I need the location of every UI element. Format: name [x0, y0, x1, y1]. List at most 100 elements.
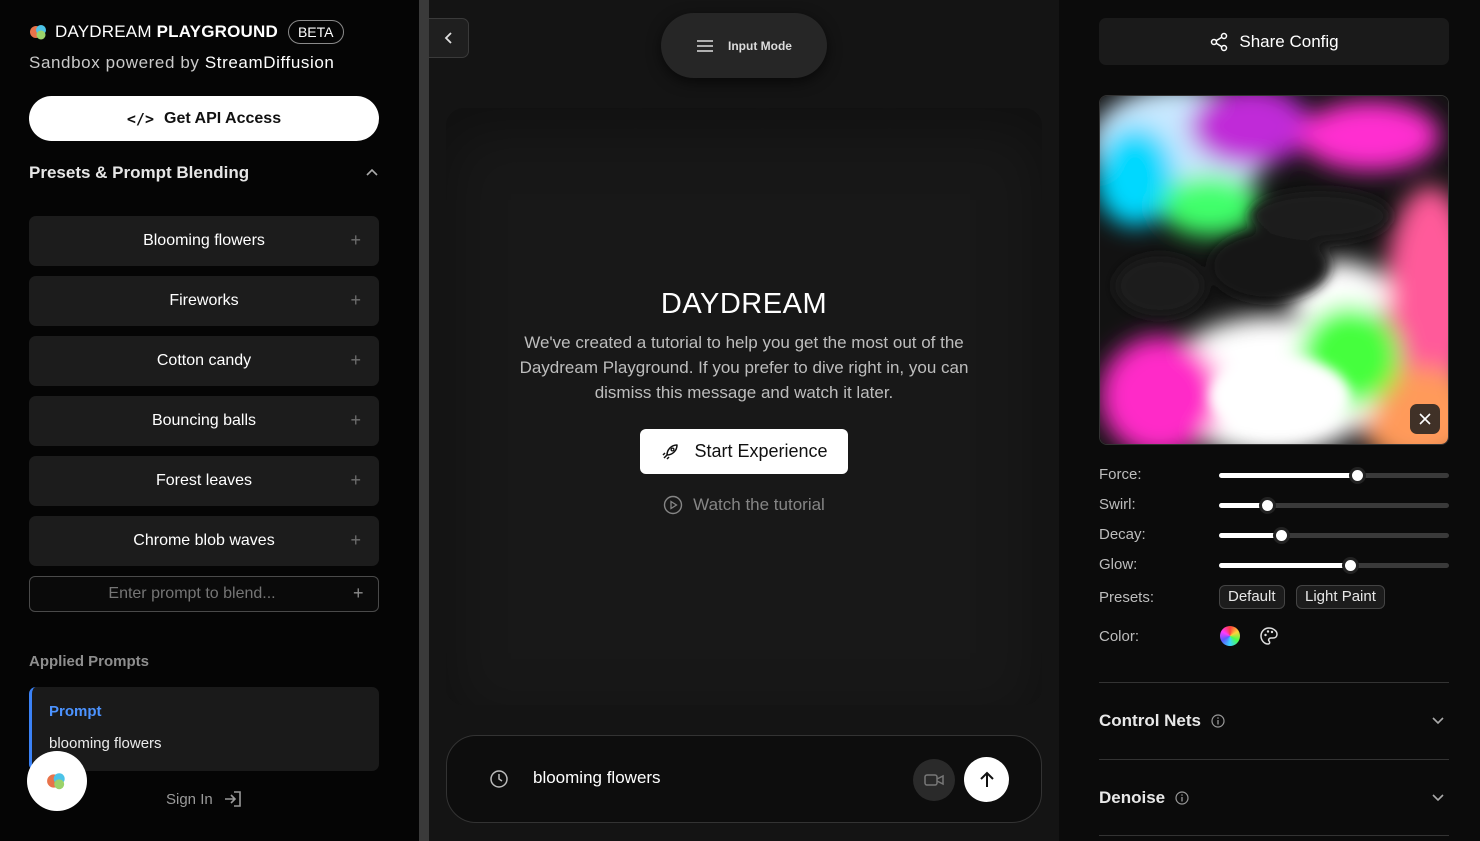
- preset-label: Cotton candy: [156, 352, 252, 369]
- tutorial-body: We've created a tutorial to help you get…: [519, 333, 969, 402]
- preset-forest-leaves[interactable]: Forest leaves +: [29, 456, 379, 506]
- send-prompt-button[interactable]: [964, 757, 1009, 802]
- logo-icon: [47, 773, 65, 790]
- fluid-canvas-art: [1100, 96, 1448, 444]
- sign-in-link[interactable]: Sign In: [166, 790, 243, 808]
- watch-tutorial-link[interactable]: Watch the tutorial: [446, 495, 1042, 515]
- start-experience-button[interactable]: Start Experience: [640, 429, 848, 474]
- prompt-bar: blooming flowers: [446, 735, 1042, 823]
- center-panel: Input Mode DAYDREAM We've created a tuto…: [429, 0, 1059, 841]
- menu-icon: [697, 39, 713, 52]
- subtitle: Sandbox powered by StreamDiffusion: [29, 53, 335, 72]
- preset-chrome-blob-waves[interactable]: Chrome blob waves +: [29, 516, 379, 566]
- plus-icon[interactable]: +: [350, 290, 361, 311]
- plus-icon[interactable]: +: [350, 410, 361, 431]
- logo-icon: [30, 25, 46, 40]
- slider-fill: [1219, 473, 1357, 478]
- accordion-title: Control Nets: [1099, 711, 1225, 731]
- chevron-left-icon: [444, 32, 452, 44]
- floating-logo-button[interactable]: [27, 751, 87, 811]
- force-slider[interactable]: Force:: [1099, 465, 1449, 485]
- preset-label: Bouncing balls: [151, 412, 257, 429]
- input-mode-label: Input Mode: [728, 38, 792, 53]
- slider-track[interactable]: [1219, 557, 1449, 574]
- slider-handle[interactable]: [1342, 557, 1360, 574]
- share-config-label: Share Config: [1239, 31, 1339, 51]
- camera-button[interactable]: [913, 759, 955, 801]
- right-panel: Share Config Force: Swirl: Decay: Glow: …: [1059, 0, 1480, 841]
- prompt-input[interactable]: blooming flowers: [533, 768, 661, 788]
- applied-prompt-card: Prompt blooming flowers: [29, 687, 379, 771]
- glow-slider[interactable]: Glow:: [1099, 555, 1449, 575]
- presets-section-header[interactable]: Presets & Prompt Blending: [29, 161, 379, 185]
- preset-chip-default[interactable]: Default: [1219, 585, 1285, 609]
- arrow-up-icon: [979, 771, 994, 787]
- slider-handle[interactable]: [1273, 527, 1291, 544]
- slider-handle[interactable]: [1349, 467, 1366, 484]
- slider-track[interactable]: [1219, 527, 1449, 544]
- play-circle-icon: [663, 495, 683, 515]
- applied-prompts-title: Applied Prompts: [29, 653, 150, 670]
- plus-icon[interactable]: +: [350, 470, 361, 491]
- beta-badge: BETA: [287, 20, 344, 44]
- applied-prompt-value: blooming flowers: [49, 735, 162, 752]
- close-icon: [1419, 413, 1431, 425]
- sign-in-icon: [224, 791, 241, 807]
- sign-in-label: Sign In: [166, 790, 213, 808]
- left-sidebar: DAYDREAM PLAYGROUND BETA Sandbox powered…: [0, 0, 419, 841]
- preset-chip-light-paint[interactable]: Light Paint: [1296, 585, 1385, 609]
- fluid-canvas[interactable]: [1099, 95, 1449, 445]
- collapse-sidebar-button[interactable]: [429, 18, 469, 58]
- color-swatch[interactable]: [1220, 626, 1240, 646]
- slider-fill: [1219, 533, 1282, 538]
- tutorial-title: DAYDREAM: [660, 288, 828, 320]
- slider-handle[interactable]: [1259, 497, 1277, 514]
- denoise-accordion[interactable]: Denoise: [1099, 759, 1449, 835]
- decay-slider[interactable]: Decay:: [1099, 525, 1449, 545]
- code-icon: </>: [126, 109, 154, 128]
- slider-label: Glow:: [1099, 556, 1138, 573]
- slider-fill: [1219, 563, 1351, 568]
- share-config-button[interactable]: Share Config: [1099, 18, 1449, 65]
- watch-tutorial-label: Watch the tutorial: [693, 495, 825, 514]
- slider-track[interactable]: [1219, 467, 1449, 484]
- plus-icon[interactable]: +: [350, 350, 361, 371]
- preset-blooming-flowers[interactable]: Blooming flowers +: [29, 216, 379, 266]
- preset-label: Fireworks: [169, 292, 239, 309]
- panel-resize-divider[interactable]: [419, 0, 429, 841]
- clock-icon[interactable]: [489, 769, 509, 789]
- plus-icon[interactable]: +: [350, 230, 361, 251]
- presets-section-title: Presets & Prompt Blending: [29, 163, 250, 182]
- add-blend-plus-icon[interactable]: +: [353, 583, 364, 604]
- preset-fireworks[interactable]: Fireworks +: [29, 276, 379, 326]
- preset-bouncing-balls[interactable]: Bouncing balls +: [29, 396, 379, 446]
- chevron-up-icon: [366, 168, 378, 176]
- accordion-title: Denoise: [1099, 788, 1189, 808]
- preset-cotton-candy[interactable]: Cotton candy +: [29, 336, 379, 386]
- rocket-icon: [662, 443, 679, 460]
- preset-label: Chrome blob waves: [133, 532, 275, 549]
- accordion-divider: [1099, 835, 1449, 836]
- api-button-label: Get API Access: [164, 109, 282, 127]
- get-api-access-button[interactable]: </> Get API Access: [29, 96, 379, 141]
- close-canvas-button[interactable]: [1410, 404, 1440, 434]
- brand-name: DAYDREAM PLAYGROUND: [55, 22, 278, 41]
- info-icon[interactable]: [1175, 791, 1189, 805]
- info-icon[interactable]: [1211, 714, 1225, 728]
- color-label: Color:: [1099, 628, 1140, 645]
- preset-label: Forest leaves: [155, 472, 253, 489]
- color-row: Color:: [1099, 624, 1449, 650]
- video-camera-icon: [924, 774, 944, 786]
- presets-label: Presets:: [1099, 589, 1155, 606]
- fluid-presets-row: Presets: Default Light Paint: [1099, 585, 1449, 609]
- slider-track[interactable]: [1219, 497, 1449, 514]
- plus-icon[interactable]: +: [350, 530, 361, 551]
- swirl-slider[interactable]: Swirl:: [1099, 495, 1449, 515]
- palette-icon[interactable]: [1259, 626, 1279, 646]
- brand: DAYDREAM PLAYGROUND BETA: [29, 18, 344, 46]
- blend-prompt-input[interactable]: [29, 576, 379, 612]
- control-nets-accordion[interactable]: Control Nets: [1099, 682, 1449, 758]
- tutorial-panel: DAYDREAM We've created a tutorial to hel…: [446, 108, 1042, 705]
- slider-label: Decay:: [1099, 526, 1146, 543]
- input-mode-button[interactable]: Input Mode: [661, 13, 827, 78]
